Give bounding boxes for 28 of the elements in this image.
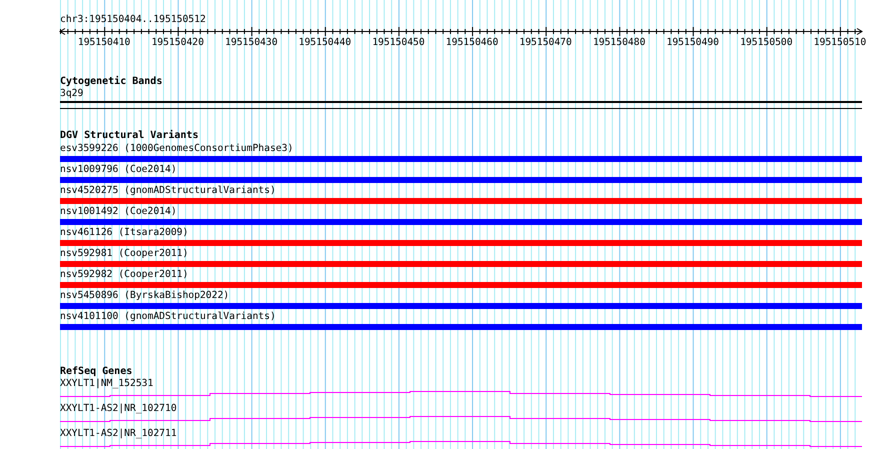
variant-label: esv3599226 (1000GenomesConsortiumPhase3): [60, 143, 294, 155]
track-title: RefSeq Genes: [60, 366, 134, 378]
ruler-tick-label: 195150470: [519, 37, 572, 48]
ruler-tick-label: 195150430: [225, 37, 278, 48]
variant-label: nsv1001492 (Coe2014): [60, 206, 177, 218]
ruler-tick-label: 195150420: [151, 37, 204, 48]
ruler-tick-label: 195150440: [298, 37, 352, 48]
track-title: DGV Structural Variants: [60, 130, 200, 142]
variant-label: nsv4101100 (gnomADStructuralVariants): [60, 311, 276, 323]
gene-label: XXYLT1|NM_152531: [60, 378, 154, 390]
ruler-tick-label: 195150410: [78, 37, 130, 48]
variant-label: nsv5450896 (ByrskaBishop2022): [60, 290, 230, 302]
gene-label: XXYLT1-AS2|NR_102710: [60, 403, 177, 415]
variant-label: nsv592981 (Cooper2011): [60, 248, 188, 260]
band-label: 3q29: [60, 88, 84, 100]
ruler-tick-label: 195150510: [814, 37, 866, 48]
ruler-tick-label: 195150500: [740, 37, 793, 48]
track-title: Cytogenetic Bands: [60, 76, 164, 88]
variant-label: nsv1009796 (Coe2014): [60, 164, 177, 176]
ruler-tick-label: 195150480: [592, 37, 646, 48]
ruler-tick-label: 195150490: [666, 37, 720, 48]
location-label: chr3:195150404..195150512: [60, 14, 207, 26]
variant-label: nsv4520275 (gnomADStructuralVariants): [60, 185, 276, 197]
variant-label: nsv592982 (Cooper2011): [60, 269, 188, 281]
ruler-tick-label: 195150450: [372, 37, 425, 48]
variant-label: nsv461126 (Itsara2009): [60, 227, 188, 239]
ruler-tick-label: 195150460: [446, 37, 498, 48]
gene-label: XXYLT1-AS2|NR_102711: [60, 428, 177, 440]
